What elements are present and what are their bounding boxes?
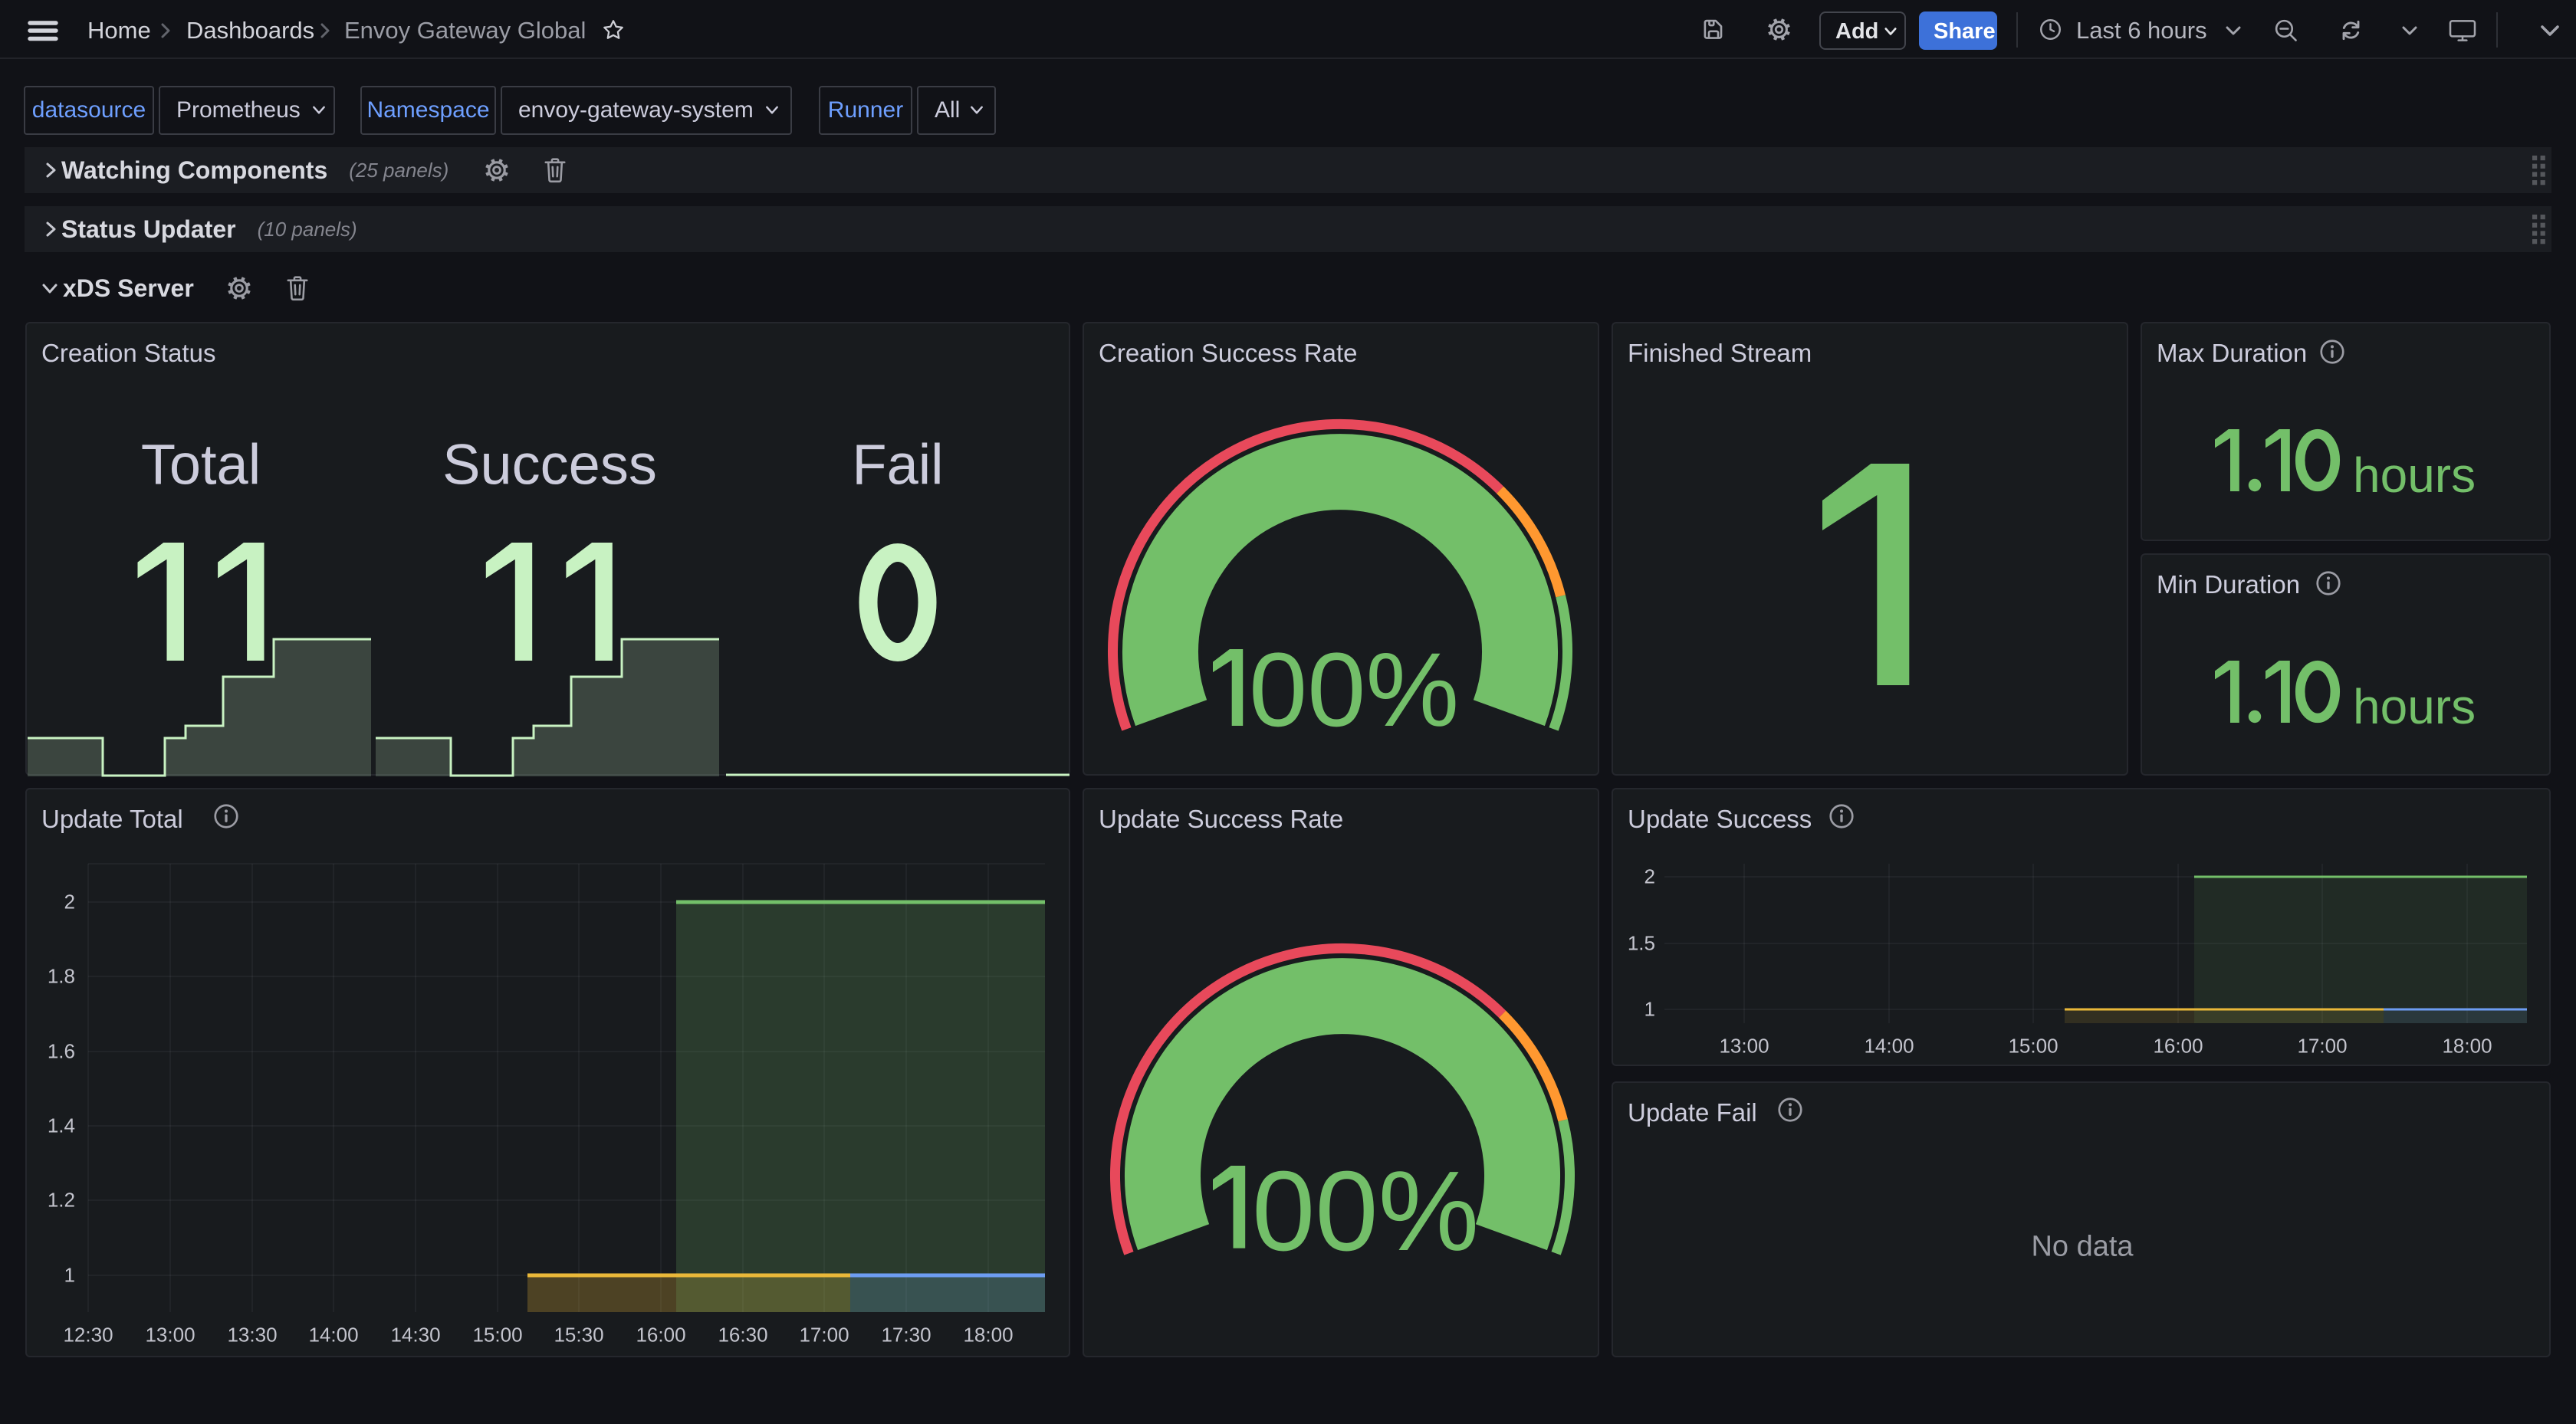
svg-text:00%: 00% <box>1249 632 1459 749</box>
svg-text:00%: 00% <box>1252 1148 1479 1275</box>
